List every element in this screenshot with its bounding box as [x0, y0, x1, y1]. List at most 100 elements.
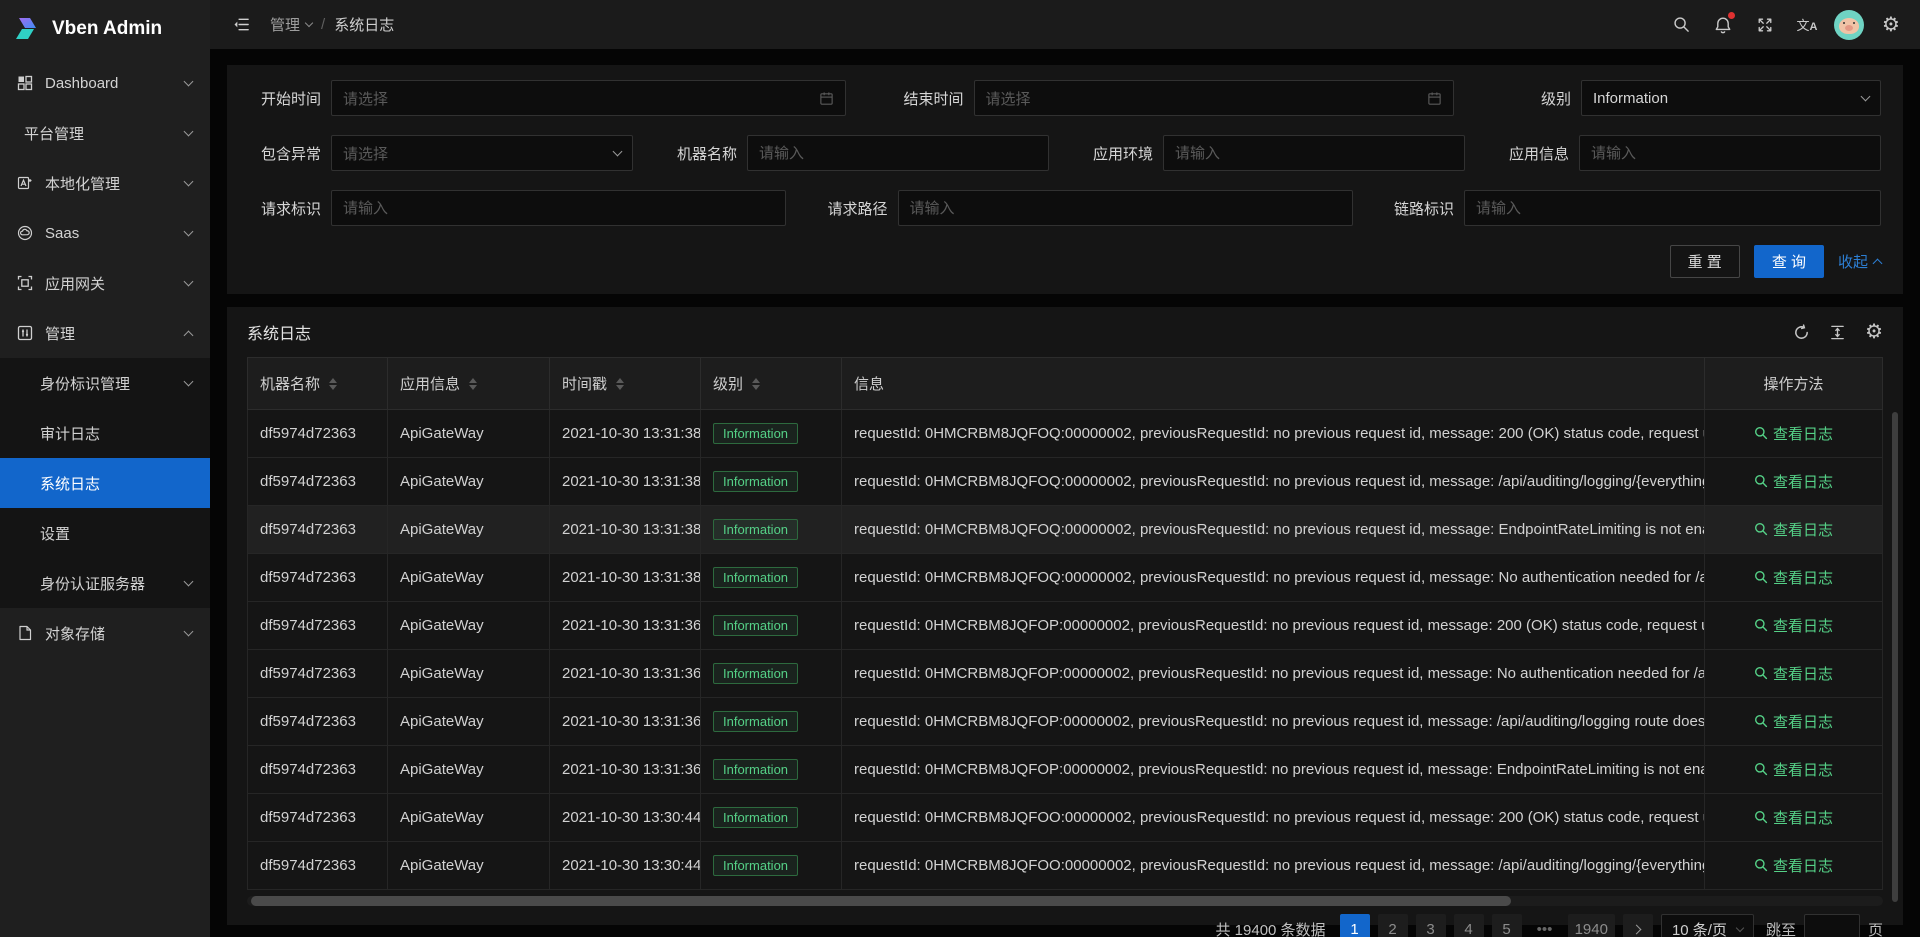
pagination-ellipsis[interactable]: ••• [1530, 914, 1560, 937]
sidebar-item-label: 身份标识管理 [40, 373, 173, 394]
page-button-3[interactable]: 3 [1416, 914, 1446, 937]
include-exception-label: 包含异常 [249, 143, 321, 164]
settings-gear-icon[interactable]: ⚙ [1870, 0, 1912, 49]
dashboard-icon [16, 75, 33, 92]
view-log-label: 查看日志 [1773, 471, 1833, 492]
menu-fold-icon[interactable] [224, 0, 258, 49]
cell-machine-name: df5974d72363 [248, 698, 388, 746]
sidebar-item-object-storage[interactable]: 对象存储 [0, 608, 210, 658]
cell-app-info: ApiGateWay [388, 650, 550, 698]
avatar-image [1834, 10, 1864, 40]
sidebar-item-localization[interactable]: 本地化管理 [0, 158, 210, 208]
start-time-placeholder: 请选择 [343, 88, 819, 109]
cell-machine-name: df5974d72363 [248, 554, 388, 602]
chevron-up-icon [1873, 259, 1883, 269]
refresh-icon[interactable] [1793, 324, 1810, 341]
cell-app-info: ApiGateWay [388, 842, 550, 890]
horizontal-scrollbar-thumb[interactable] [251, 896, 1511, 906]
sort-icon[interactable] [469, 378, 477, 390]
view-log-link[interactable]: 查看日志 [1754, 663, 1833, 684]
cell-message: requestId: 0HMCRBM8JQFOO:00000002, previ… [842, 794, 1705, 842]
app-info-input[interactable] [1579, 135, 1881, 171]
page-size-select[interactable]: 10 条/页 [1661, 914, 1754, 937]
sort-icon[interactable] [329, 378, 337, 390]
sidebar-item-identity-management[interactable]: 身份标识管理 [0, 358, 210, 408]
col-machine-name[interactable]: 机器名称 [248, 358, 388, 410]
col-level[interactable]: 级别 [701, 358, 842, 410]
view-log-link[interactable]: 查看日志 [1754, 519, 1833, 540]
view-log-link[interactable]: 查看日志 [1754, 711, 1833, 732]
next-page-button[interactable] [1623, 914, 1653, 937]
chevron-down-icon [305, 19, 313, 27]
machine-name-input[interactable] [747, 135, 1049, 171]
search-icon[interactable] [1660, 0, 1702, 49]
sort-icon[interactable] [616, 378, 624, 390]
page-button-5[interactable]: 5 [1492, 914, 1522, 937]
calendar-icon [819, 91, 834, 106]
logo[interactable]: Vben Admin [0, 0, 210, 58]
sidebar-item-platform-management[interactable]: 平台管理 [0, 108, 210, 158]
cell-app-info: ApiGateWay [388, 602, 550, 650]
col-app-info[interactable]: 应用信息 [388, 358, 550, 410]
view-log-link[interactable]: 查看日志 [1754, 567, 1833, 588]
trace-id-input[interactable] [1464, 190, 1881, 226]
page-button-4[interactable]: 4 [1454, 914, 1484, 937]
calendar-icon [1427, 91, 1442, 106]
sidebar-item-dashboard[interactable]: Dashboard [0, 58, 210, 108]
column-settings-gear-icon[interactable]: ⚙ [1865, 322, 1883, 342]
app-environment-input[interactable] [1163, 135, 1465, 171]
sidebar-item-app-gateway[interactable]: 应用网关 [0, 258, 210, 308]
view-log-link[interactable]: 查看日志 [1754, 471, 1833, 492]
breadcrumb-parent[interactable]: 管理 [270, 14, 312, 35]
level-select-value: Information [1593, 90, 1862, 107]
request-path-input[interactable] [898, 190, 1353, 226]
fullscreen-icon[interactable] [1744, 0, 1786, 49]
sidebar-item-system-log[interactable]: 系统日志 [0, 458, 210, 508]
page-button-2[interactable]: 2 [1378, 914, 1408, 937]
vertical-scrollbar-thumb[interactable] [1892, 412, 1898, 902]
sidebar-item-audit-log[interactable]: 审计日志 [0, 408, 210, 458]
start-time-datepicker[interactable]: 请选择 [331, 80, 846, 116]
view-log-link[interactable]: 查看日志 [1754, 423, 1833, 444]
view-log-label: 查看日志 [1773, 711, 1833, 732]
reset-button[interactable]: 重 置 [1670, 245, 1740, 278]
table-toolbar: ⚙ [1793, 322, 1883, 342]
app-info-label: 应用信息 [1497, 143, 1569, 164]
level-select[interactable]: Information [1581, 80, 1881, 116]
page-button-1940[interactable]: 1940 [1568, 914, 1615, 937]
sidebar-item-saas[interactable]: Saas [0, 208, 210, 258]
end-time-datepicker[interactable]: 请选择 [974, 80, 1454, 116]
cell-action: 查看日志 [1705, 554, 1883, 602]
table-row: df5974d72363 ApiGateWay 2021-10-30 13:31… [248, 746, 1883, 794]
cell-message-text: requestId: 0HMCRBM8JQFOQ:00000002, previ… [854, 425, 1705, 442]
cell-message: requestId: 0HMCRBM8JQFOQ:00000002, previ… [842, 458, 1705, 506]
view-log-link[interactable]: 查看日志 [1754, 807, 1833, 828]
pagination-bar: 共 19400 条数据 1 2 3 4 5 ••• 1940 10 条/页 跳至 [247, 908, 1883, 937]
sidebar-item-management[interactable]: 管理 [0, 308, 210, 358]
filter-panel: 开始时间 请选择 结束时间 [227, 65, 1903, 294]
row-height-icon[interactable] [1829, 324, 1846, 341]
view-log-magnifier-icon [1754, 762, 1768, 776]
view-log-link[interactable]: 查看日志 [1754, 759, 1833, 780]
page-button-1[interactable]: 1 [1340, 914, 1370, 937]
user-avatar[interactable] [1828, 0, 1870, 49]
col-timestamp[interactable]: 时间戳 [550, 358, 701, 410]
notification-badge-dot [1728, 12, 1735, 19]
include-exception-select[interactable]: 请选择 [331, 135, 633, 171]
view-log-link[interactable]: 查看日志 [1754, 615, 1833, 636]
cell-action: 查看日志 [1705, 794, 1883, 842]
sidebar-item-identity-server[interactable]: 身份认证服务器 [0, 558, 210, 608]
table-row: df5974d72363 ApiGateWay 2021-10-30 13:31… [248, 698, 1883, 746]
translate-icon[interactable]: 文A [1786, 0, 1828, 49]
search-button[interactable]: 查 询 [1754, 245, 1824, 278]
saas-icon [16, 225, 33, 242]
collapse-link[interactable]: 收起 [1838, 251, 1881, 272]
jump-page-input[interactable] [1804, 914, 1860, 937]
sidebar-item-settings[interactable]: 设置 [0, 508, 210, 558]
view-log-link[interactable]: 查看日志 [1754, 855, 1833, 876]
table-header-row: 机器名称 应用信息 时间戳 级别 [248, 358, 1883, 410]
notification-bell-icon[interactable] [1702, 0, 1744, 49]
request-id-input[interactable] [331, 190, 786, 226]
chevron-down-icon [1736, 923, 1744, 931]
sort-icon[interactable] [752, 378, 760, 390]
